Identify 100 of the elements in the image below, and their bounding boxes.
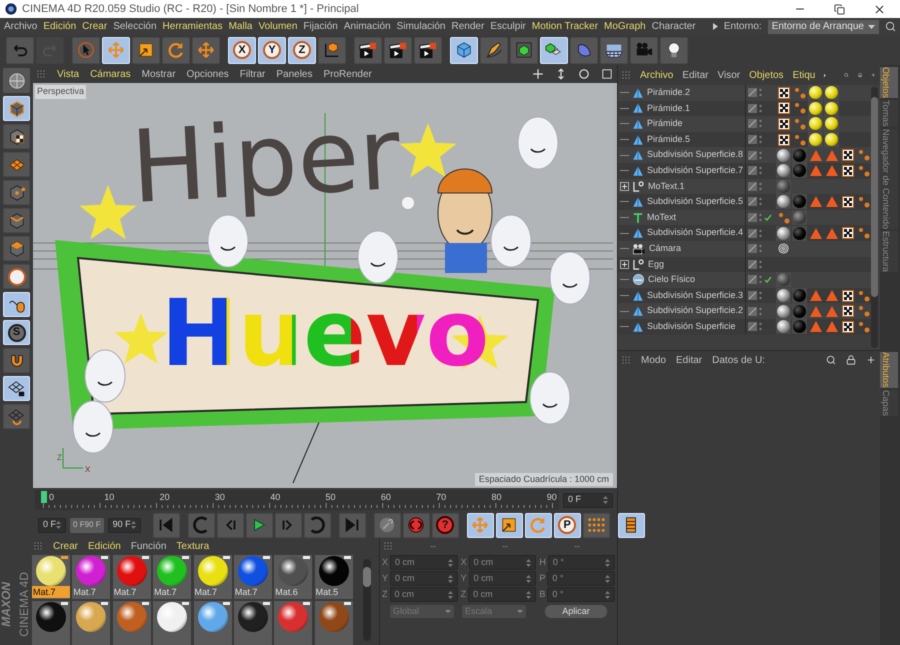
object-name[interactable]: MoText.1 <box>648 180 685 194</box>
visibility-dots-icon[interactable] <box>759 88 762 98</box>
toolbar-button[interactable]: Y <box>258 36 286 64</box>
dots-tag-icon[interactable] <box>778 212 790 224</box>
menu-item[interactable]: Archivo <box>4 19 38 34</box>
dots-tag-icon[interactable] <box>858 320 870 333</box>
toolbar-button[interactable] <box>480 36 508 64</box>
edit-visibility-icon[interactable] <box>748 104 757 113</box>
visibility-dots-icon[interactable] <box>759 135 762 144</box>
menu-item[interactable]: Opciones <box>186 66 229 82</box>
material-swatch[interactable] <box>72 601 110 645</box>
edit-visibility-icon[interactable] <box>748 166 757 176</box>
visibility-dots-icon[interactable] <box>759 228 762 238</box>
object-name[interactable]: Pirámide.5 <box>647 132 690 146</box>
material-swatch[interactable] <box>153 601 192 645</box>
menu-item[interactable]: Animación <box>344 19 391 34</box>
material-swatch[interactable] <box>234 601 272 645</box>
edit-visibility-icon[interactable] <box>748 260 757 269</box>
toolbar-button[interactable]: X <box>228 36 256 64</box>
toolbar-button[interactable] <box>354 36 382 64</box>
checker-tag-icon[interactable] <box>842 305 854 318</box>
side-tab[interactable]: Objetos <box>880 67 898 98</box>
edit-visibility-icon[interactable] <box>748 275 757 284</box>
menu-item[interactable]: Crear <box>53 539 78 554</box>
material-swatch[interactable] <box>32 601 70 645</box>
checker-tag-icon[interactable] <box>842 196 854 208</box>
triangle-tag-icon[interactable] <box>810 306 822 317</box>
menu-item[interactable]: Editar <box>682 68 708 82</box>
material-swatch[interactable]: Mat.7 <box>72 555 110 599</box>
side-tab[interactable]: Tomas <box>880 100 898 127</box>
dots-tag-icon[interactable] <box>858 149 870 162</box>
expand-toggle-icon[interactable] <box>620 260 629 269</box>
checker-tag-icon[interactable] <box>778 86 790 99</box>
dots-tag-icon[interactable] <box>794 118 806 130</box>
triangle-tag-icon[interactable] <box>826 150 838 161</box>
menu-item[interactable]: ProRender <box>324 66 372 82</box>
visibility-dots-icon[interactable] <box>759 291 762 300</box>
visibility-dots-icon[interactable] <box>759 244 762 254</box>
triangle-tag-icon[interactable] <box>810 321 822 332</box>
edit-visibility-icon[interactable] <box>748 244 757 254</box>
checker-tag-icon[interactable] <box>778 134 790 146</box>
dots-tag-icon[interactable] <box>858 305 870 318</box>
edit-visibility-icon[interactable] <box>748 306 757 316</box>
menu-item[interactable]: Edición <box>43 19 76 34</box>
expand-toggle-icon[interactable] <box>620 182 629 191</box>
current-frame-field[interactable]: 0 F <box>563 492 613 508</box>
menu-item[interactable]: Fijación <box>303 19 338 34</box>
visibility-dots-icon[interactable] <box>759 150 762 160</box>
triangle-tag-icon[interactable] <box>826 165 838 176</box>
triangle-tag-icon[interactable] <box>810 290 822 302</box>
object-name[interactable]: Pirámide <box>647 117 683 131</box>
toolbar-button[interactable] <box>3 180 30 205</box>
checker-tag-icon[interactable] <box>842 320 854 333</box>
menu-item[interactable]: Volumen <box>258 19 298 34</box>
environment-dropdown[interactable]: Entorno de Arranque <box>768 20 879 34</box>
add-icon[interactable] <box>866 355 876 365</box>
triangle-tag-icon[interactable] <box>826 196 838 208</box>
visibility-dots-icon[interactable] <box>759 166 762 176</box>
material-swatch[interactable] <box>112 601 151 645</box>
edit-visibility-icon[interactable] <box>748 182 757 191</box>
toolbar-button[interactable] <box>3 348 30 373</box>
material-swatch[interactable] <box>194 601 232 645</box>
dots-tag-icon[interactable] <box>794 134 806 146</box>
menu-item[interactable]: Textura <box>176 539 210 554</box>
menu-item[interactable]: MoGraph <box>604 19 646 34</box>
target-tag-icon[interactable] <box>778 243 789 254</box>
checker-tag-icon[interactable] <box>842 164 854 177</box>
toolbar-button[interactable]: ? <box>432 512 459 538</box>
menu-item[interactable]: Malla <box>228 19 252 34</box>
menu-item[interactable]: Mostrar <box>142 66 176 82</box>
frame-range-slider[interactable]: 0 F90 F <box>70 518 104 532</box>
visibility-dots-icon[interactable] <box>759 306 762 316</box>
object-name[interactable]: Egg <box>648 258 664 272</box>
material-swatch[interactable]: Mat.5 <box>314 555 353 599</box>
material-swatch[interactable]: Mat.7 <box>153 555 192 599</box>
check-icon[interactable] <box>764 214 772 222</box>
toolbar-button[interactable] <box>384 36 412 64</box>
toolbar-button[interactable] <box>510 36 538 64</box>
toolbar-button[interactable] <box>3 236 30 261</box>
toolbar-button[interactable] <box>600 36 628 64</box>
visibility-dots-icon[interactable] <box>759 275 762 284</box>
scrollbar[interactable] <box>363 559 371 641</box>
material-swatch[interactable]: Mat.7 <box>234 555 272 599</box>
triangle-tag-icon[interactable] <box>826 306 838 317</box>
menu-item[interactable]: Character <box>652 19 696 34</box>
spinner-arrows-icon[interactable] <box>603 496 608 504</box>
spinner-arrows-icon[interactable] <box>56 521 62 529</box>
end-frame-field[interactable]: 90 F <box>108 518 141 532</box>
menu-item[interactable]: Paneles <box>276 66 312 82</box>
toolbar-button[interactable]: S <box>3 320 30 345</box>
menu-item[interactable]: Simulación <box>396 19 446 34</box>
material-swatch[interactable]: Mat.6 <box>274 555 312 599</box>
check-icon[interactable] <box>764 276 772 284</box>
lock-icon[interactable] <box>846 355 856 365</box>
checker-tag-icon[interactable] <box>842 227 854 240</box>
view-layout-button[interactable] <box>3 68 30 93</box>
object-name[interactable]: Pirámide.1 <box>647 102 690 116</box>
material-swatch[interactable]: Mat.7 <box>32 555 70 599</box>
search-icon[interactable] <box>826 355 836 365</box>
checker-tag-icon[interactable] <box>842 149 854 162</box>
